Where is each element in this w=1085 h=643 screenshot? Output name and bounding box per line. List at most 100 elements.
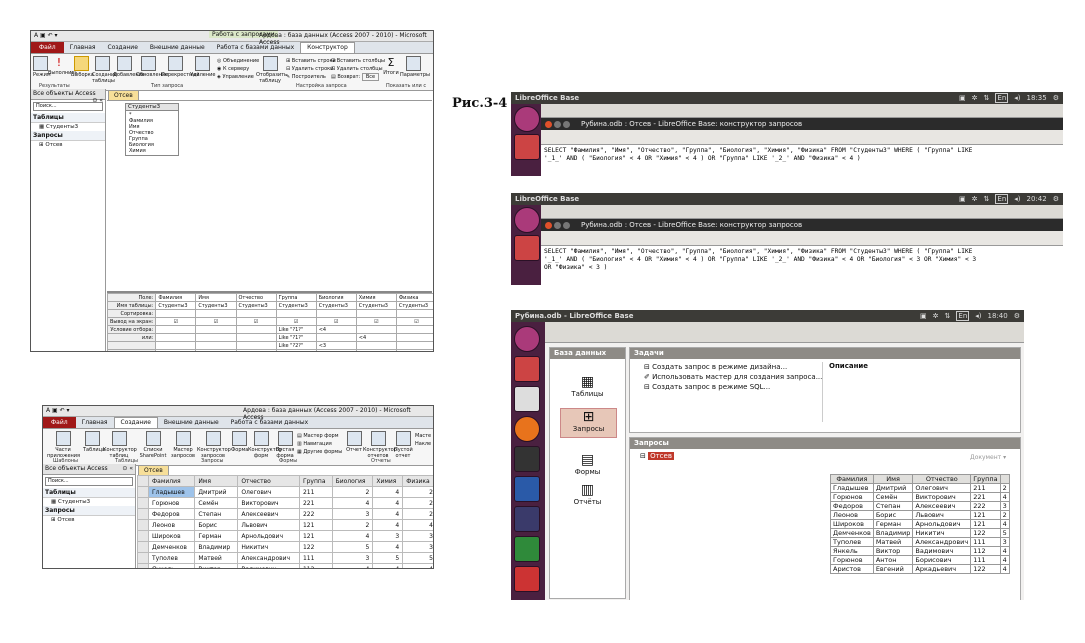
grid-cell[interactable] xyxy=(395,333,433,342)
table-cell[interactable]: Олегович xyxy=(237,486,300,498)
tab-home[interactable]: Главная xyxy=(64,44,102,51)
settings-icon[interactable] xyxy=(514,446,540,472)
column-header[interactable]: Физика xyxy=(402,475,433,487)
network-icon[interactable]: ⇅ xyxy=(984,94,990,102)
table-cell[interactable]: 4 xyxy=(372,486,404,498)
network-icon[interactable]: ⇅ xyxy=(945,312,951,320)
grid-cell[interactable] xyxy=(395,309,433,318)
network-icon[interactable]: ⇅ xyxy=(984,195,990,203)
grid-cell[interactable]: Студенты3 xyxy=(275,301,317,310)
grid-cell[interactable]: ☑ xyxy=(235,317,277,326)
language-indicator[interactable]: En xyxy=(995,93,1009,103)
maximize-icon[interactable] xyxy=(563,222,570,229)
chevron-down-icon[interactable]: ⊙ « xyxy=(92,97,103,104)
grid-cell[interactable]: Like "?1?" xyxy=(275,333,317,342)
row-selector[interactable] xyxy=(137,486,149,498)
totals-button[interactable]: Σ Итоги xyxy=(383,56,399,76)
column-header[interactable]: Имя xyxy=(194,475,239,487)
table-row[interactable]: ЯнкельВикторВадимович112444 xyxy=(137,563,433,568)
window-controls[interactable] xyxy=(545,120,572,132)
form-design-button[interactable]: Конструктор форм xyxy=(248,431,282,459)
table-cell[interactable]: Гладышев xyxy=(147,486,196,498)
table-cell[interactable]: 5 xyxy=(331,541,374,553)
table-button[interactable]: Таблица xyxy=(83,431,105,453)
table-cell[interactable]: Никитич xyxy=(237,541,300,553)
table-cell[interactable]: Степан xyxy=(194,508,239,520)
grid-cell[interactable] xyxy=(155,325,197,334)
table-cell[interactable]: 4 xyxy=(372,508,404,520)
table-cell[interactable]: 3 xyxy=(331,508,374,520)
grid-cell[interactable]: ☑ xyxy=(315,317,357,326)
grid-cell[interactable] xyxy=(195,325,237,334)
chevron-down-icon[interactable]: ⊙ « xyxy=(122,465,133,472)
nav-header[interactable]: Все объекты Access ⊙ « xyxy=(43,464,135,475)
column-header[interactable]: Группа xyxy=(298,475,333,487)
close-icon[interactable] xyxy=(545,222,552,229)
grid-cell[interactable] xyxy=(235,325,277,334)
table-cell[interactable]: Викторович xyxy=(237,497,300,509)
table-cell[interactable]: Янкель xyxy=(147,563,196,568)
nav-item-query[interactable]: ⊞ Отсев xyxy=(31,141,105,149)
grid-cell[interactable] xyxy=(195,309,237,318)
grid-cell[interactable]: ☑ xyxy=(275,317,317,326)
grid-cell[interactable]: Биология xyxy=(315,293,357,302)
grid-cell[interactable]: <4 xyxy=(315,325,357,334)
calc-icon[interactable] xyxy=(514,536,540,562)
app-parts-button[interactable]: Части приложения xyxy=(47,431,80,459)
grid-cell[interactable] xyxy=(395,325,433,334)
tab-external[interactable]: Внешние данные xyxy=(144,44,211,51)
task-sql-view[interactable]: ⊟ Создать запрос в режиме SQL... xyxy=(644,382,822,392)
form-wizard-button[interactable]: ▤ Мастер форм xyxy=(297,432,342,440)
grid-cell[interactable]: <4 xyxy=(355,333,397,342)
table-row[interactable]: Гладышев Дмитрий Олегович 211 2 4 2 xyxy=(137,486,433,498)
column-header[interactable]: Биология xyxy=(331,475,374,487)
tab-external[interactable]: Внешние данные xyxy=(158,419,225,426)
table-cell[interactable]: 122 xyxy=(298,541,333,553)
grid-cell[interactable]: Химия xyxy=(355,293,397,302)
table-cell[interactable]: 4 xyxy=(372,541,404,553)
nav-search-input[interactable]: Поиск... xyxy=(45,477,133,486)
sql-editor[interactable]: SELECT "Фамилия", "Имя", "Отчество", "Гр… xyxy=(541,246,1063,285)
grid-cell[interactable] xyxy=(315,349,357,351)
grid-cell[interactable] xyxy=(235,341,277,350)
table-row[interactable]: Туполев Матвей Александрович 111 3 5 5 xyxy=(137,552,433,564)
keyboard-icon[interactable]: ▣ xyxy=(959,195,966,203)
table-cell[interactable]: 4 xyxy=(331,530,374,542)
return-selector[interactable]: ▤ Возврат: Все xyxy=(331,73,385,81)
table-cell[interactable]: 3 xyxy=(402,541,433,553)
grid-cell[interactable] xyxy=(235,309,277,318)
db-item-forms[interactable]: ▤ Формы xyxy=(560,452,615,476)
grid-cell[interactable]: Студенты3 xyxy=(155,301,197,310)
grid-cell[interactable] xyxy=(155,333,197,342)
delete-columns-button[interactable]: ⊟ Удалить столбцы xyxy=(331,65,385,73)
grid-cell[interactable]: Студенты3 xyxy=(195,301,237,310)
blank-report-button[interactable]: Пустой отчет xyxy=(394,431,413,459)
files-icon[interactable] xyxy=(514,134,540,160)
delete-button[interactable]: Удаление xyxy=(190,56,215,78)
table-cell[interactable]: 221 xyxy=(298,497,333,509)
firefox-icon[interactable] xyxy=(514,416,540,442)
nav-item-table[interactable]: ▦ Студенты3 xyxy=(31,123,105,131)
tab-create[interactable]: Создание xyxy=(113,417,158,428)
quick-access-icon[interactable]: A ▣ ↶ ▾ xyxy=(34,32,58,39)
union-button[interactable]: ◎ Объединение xyxy=(217,57,259,65)
grid-cell[interactable] xyxy=(355,309,397,318)
navigation-button[interactable]: ▥ Навигация xyxy=(297,440,342,448)
table-cell[interactable]: Леонов xyxy=(147,519,196,531)
files-icon[interactable] xyxy=(514,356,540,382)
report-button[interactable]: Отчет xyxy=(346,431,362,453)
writer-icon[interactable] xyxy=(514,476,540,502)
table-cell[interactable]: 4 xyxy=(372,519,404,531)
table-row[interactable]: Леонов Борис Львович 121 2 4 4 xyxy=(137,519,433,531)
table-cell[interactable]: 121 xyxy=(298,530,333,542)
window-controls[interactable] xyxy=(545,221,572,233)
table-row[interactable]: Широков Герман Арнольдович 121 4 3 3 xyxy=(137,530,433,542)
blank-form-button[interactable]: Пустая форма xyxy=(275,431,295,459)
query-design-button[interactable]: Конструктор запросов xyxy=(197,431,231,459)
bluetooth-icon[interactable]: ✲ xyxy=(972,94,978,102)
grid-cell[interactable] xyxy=(355,325,397,334)
grid-cell[interactable]: Like "?2?" xyxy=(275,341,317,350)
table-row[interactable]: Демченков Владимир Никитич 122 5 4 3 xyxy=(137,541,433,553)
task-wizard[interactable]: ✐ Использовать мастер для создания запро… xyxy=(644,372,822,382)
parameters-button[interactable]: Параметры xyxy=(400,56,430,78)
